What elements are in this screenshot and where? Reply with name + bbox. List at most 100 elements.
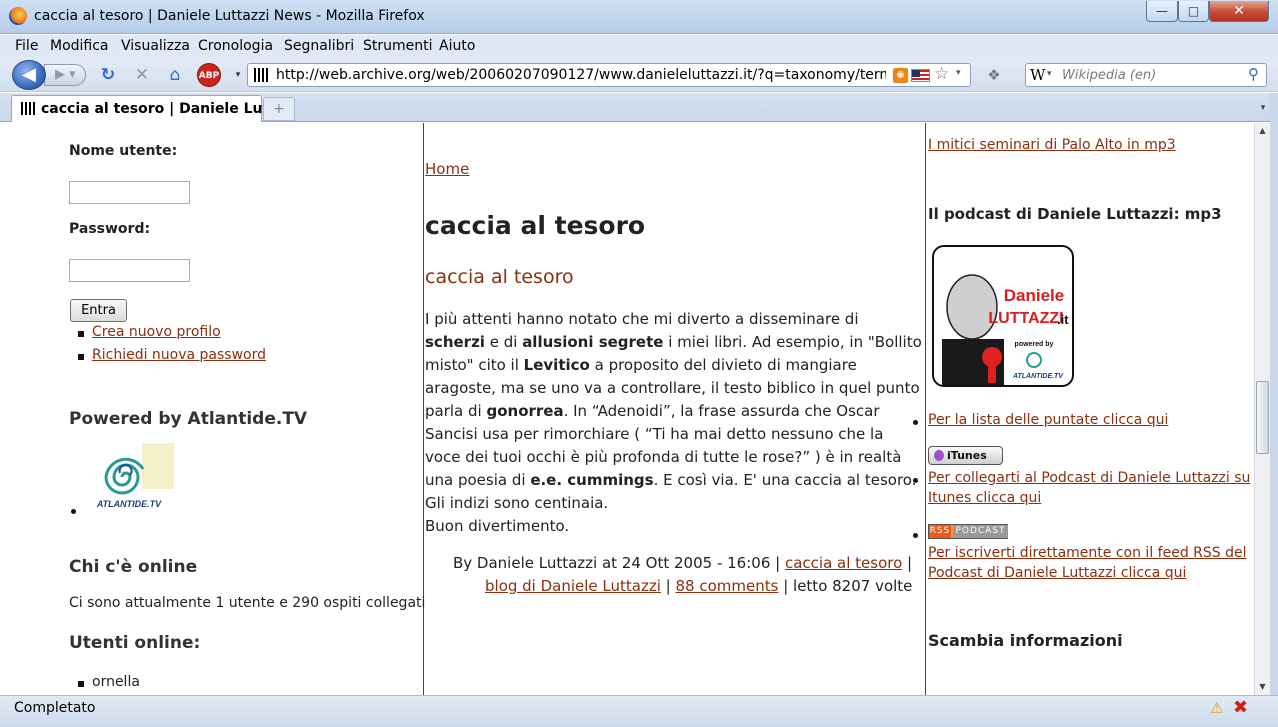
- body-bold: gonorrea: [486, 402, 564, 420]
- title-bar: caccia al tesoro | Daniele Luttazzi News…: [0, 0, 1278, 34]
- addon-icon[interactable]: ❖: [983, 64, 1005, 86]
- tag-link-caccia[interactable]: caccia al tesoro: [785, 554, 902, 572]
- bookmark-star-icon[interactable]: ☆: [934, 64, 949, 84]
- itunes-link-line2[interactable]: Itunes clicca qui: [928, 490, 1041, 506]
- flag-icon[interactable]: [911, 69, 930, 82]
- menu-strumenti[interactable]: Strumenti: [363, 38, 433, 54]
- menu-file[interactable]: File: [15, 38, 38, 54]
- search-icon[interactable]: ⚲: [1248, 65, 1259, 83]
- wikipedia-engine-icon[interactable]: W: [1030, 66, 1045, 84]
- who-online-title: Chi c'è online: [69, 557, 198, 577]
- list-bullet: [71, 509, 76, 514]
- stop-icon[interactable]: ✕: [131, 64, 153, 86]
- new-tab-button[interactable]: +: [263, 97, 295, 121]
- rss-feed-link-line2[interactable]: Podcast di Daniele Luttazzi clicca qui: [928, 565, 1186, 581]
- atlantide-logo[interactable]: ATLANTIDE.TV: [84, 443, 174, 511]
- window-frame: [1270, 93, 1278, 727]
- maximize-button[interactable]: □: [1178, 1, 1209, 22]
- itunes-badge[interactable]: iTunes: [928, 446, 1003, 465]
- body-text: e di: [484, 333, 523, 351]
- breadcrumb-home-link[interactable]: Home: [425, 160, 469, 178]
- episode-list-link[interactable]: Per la lista delle puntate clicca qui: [928, 412, 1168, 428]
- firefox-logo-icon: [9, 7, 27, 25]
- login-button[interactable]: Entra: [70, 299, 127, 322]
- scroll-thumb[interactable]: [1256, 381, 1269, 454]
- username-input[interactable]: [69, 181, 190, 204]
- read-count: letto 8207 volte: [793, 577, 913, 595]
- list-bullet: [913, 478, 918, 483]
- menu-cronologia[interactable]: Cronologia: [198, 38, 273, 54]
- url-bar[interactable]: ◉ ☆ ▾: [247, 63, 971, 87]
- comments-link[interactable]: 88 comments: [676, 577, 779, 595]
- status-text: Completato: [14, 700, 96, 716]
- node-body: I più attenti hanno notato che mi divert…: [425, 308, 923, 538]
- podcast-logo-atlantide: ATLANTIDE.TV: [1012, 373, 1064, 380]
- body-bold: allusioni segrete: [522, 333, 664, 351]
- rss-podcast-badge[interactable]: RSS PODCAST: [928, 524, 1008, 539]
- meta-separator: |: [660, 577, 676, 595]
- meta-separator: |: [778, 577, 794, 595]
- menu-segnalibri[interactable]: Segnalibri: [284, 38, 354, 54]
- adblock-dropdown-icon[interactable]: ▾: [227, 64, 249, 86]
- adblock-plus-icon[interactable]: ABP: [197, 63, 221, 87]
- rss-feed-icon[interactable]: ◉: [893, 68, 908, 83]
- search-engine-dropdown-icon[interactable]: ▾: [1047, 69, 1052, 79]
- url-input[interactable]: [276, 66, 886, 84]
- request-password-link[interactable]: Richiedi nuova password: [92, 347, 266, 363]
- home-icon[interactable]: ⌂: [164, 64, 186, 86]
- body-text: Buon divertimento.: [425, 517, 570, 535]
- podcast-logo-name: Daniele: [1004, 286, 1064, 305]
- window-title: caccia al tesoro | Daniele Luttazzi News…: [34, 8, 425, 24]
- list-bullet: [78, 354, 84, 360]
- tab-active[interactable]: caccia al tesoro | Daniele Lutt...: [11, 95, 292, 122]
- podcast-logo-tld: .it: [1057, 312, 1069, 327]
- podcast-title: Il podcast di Daniele Luttazzi: mp3: [928, 205, 1222, 223]
- close-window-button[interactable]: ✕: [1209, 1, 1269, 22]
- body-text: I più attenti hanno notato che mi divert…: [425, 310, 859, 328]
- minimize-button[interactable]: —: [1146, 1, 1178, 22]
- tab-label: caccia al tesoro | Daniele Lutt...: [41, 101, 292, 117]
- url-history-dropdown-icon[interactable]: ▾: [956, 68, 961, 78]
- meta-separator: |: [902, 554, 913, 572]
- scroll-up-icon[interactable]: ▲: [1255, 123, 1270, 139]
- menu-aiuto[interactable]: Aiuto: [439, 38, 475, 54]
- body-bold: e.e. cummings: [530, 471, 654, 489]
- back-button[interactable]: ◀: [12, 60, 46, 90]
- page-title: caccia al tesoro: [425, 211, 646, 240]
- vertical-scrollbar[interactable]: ▲ ▼: [1254, 123, 1270, 695]
- menu-modifica[interactable]: Modifica: [50, 38, 109, 54]
- create-account-link[interactable]: Crea nuovo profilo: [92, 324, 221, 340]
- rss-feed-link[interactable]: Per iscriverti direttamente con il feed …: [928, 545, 1247, 561]
- forward-button[interactable]: ▶ ▾: [44, 64, 86, 86]
- tag-link-blog[interactable]: blog di Daniele Luttazzi: [485, 577, 661, 595]
- online-user-item[interactable]: ornella: [92, 674, 140, 690]
- error-icon[interactable]: ✖: [1233, 697, 1248, 718]
- search-input[interactable]: [1062, 66, 1247, 84]
- node-meta: By Daniele Luttazzi at 24 Ott 2005 - 16:…: [453, 554, 912, 572]
- meta-separator: |: [770, 554, 785, 572]
- body-bold: Levitico: [523, 356, 590, 374]
- byline: By Daniele Luttazzi at 24 Ott 2005 - 16:…: [453, 554, 771, 572]
- search-bar[interactable]: W ▾ ⚲: [1025, 63, 1267, 87]
- password-label: Password:: [69, 221, 151, 237]
- menu-visualizza[interactable]: Visualizza: [121, 38, 190, 54]
- atlantide-logo-text: ATLANTIDE.TV: [96, 499, 162, 509]
- list-bullet: [913, 420, 918, 425]
- seminari-link[interactable]: I mitici seminari di Palo Alto in mp3: [928, 137, 1176, 153]
- username-label: Nome utente:: [69, 143, 178, 159]
- podcast-logo[interactable]: Daniele LUTTAZZI .it powered by ATLANTID…: [932, 245, 1074, 387]
- password-input[interactable]: [69, 259, 190, 282]
- reload-icon[interactable]: ↻: [97, 64, 119, 86]
- online-users-title: Utenti online:: [69, 633, 201, 653]
- scroll-down-icon[interactable]: ▼: [1255, 679, 1270, 695]
- itunes-link[interactable]: Per collegarti al Podcast di Daniele Lut…: [928, 470, 1250, 486]
- node-meta: blog di Daniele Luttazzi | 88 comments |…: [485, 577, 912, 595]
- node-title-link[interactable]: caccia al tesoro: [425, 266, 574, 288]
- body-bold: scherzi: [425, 333, 485, 351]
- warning-icon[interactable]: ⚠: [1210, 699, 1223, 717]
- column-divider: [925, 123, 926, 695]
- site-favicon-icon: [254, 68, 270, 82]
- rss-badge-right: PODCAST: [953, 525, 1008, 538]
- list-bullet: [78, 681, 84, 687]
- exchange-info-title: Scambia informazioni: [928, 631, 1123, 650]
